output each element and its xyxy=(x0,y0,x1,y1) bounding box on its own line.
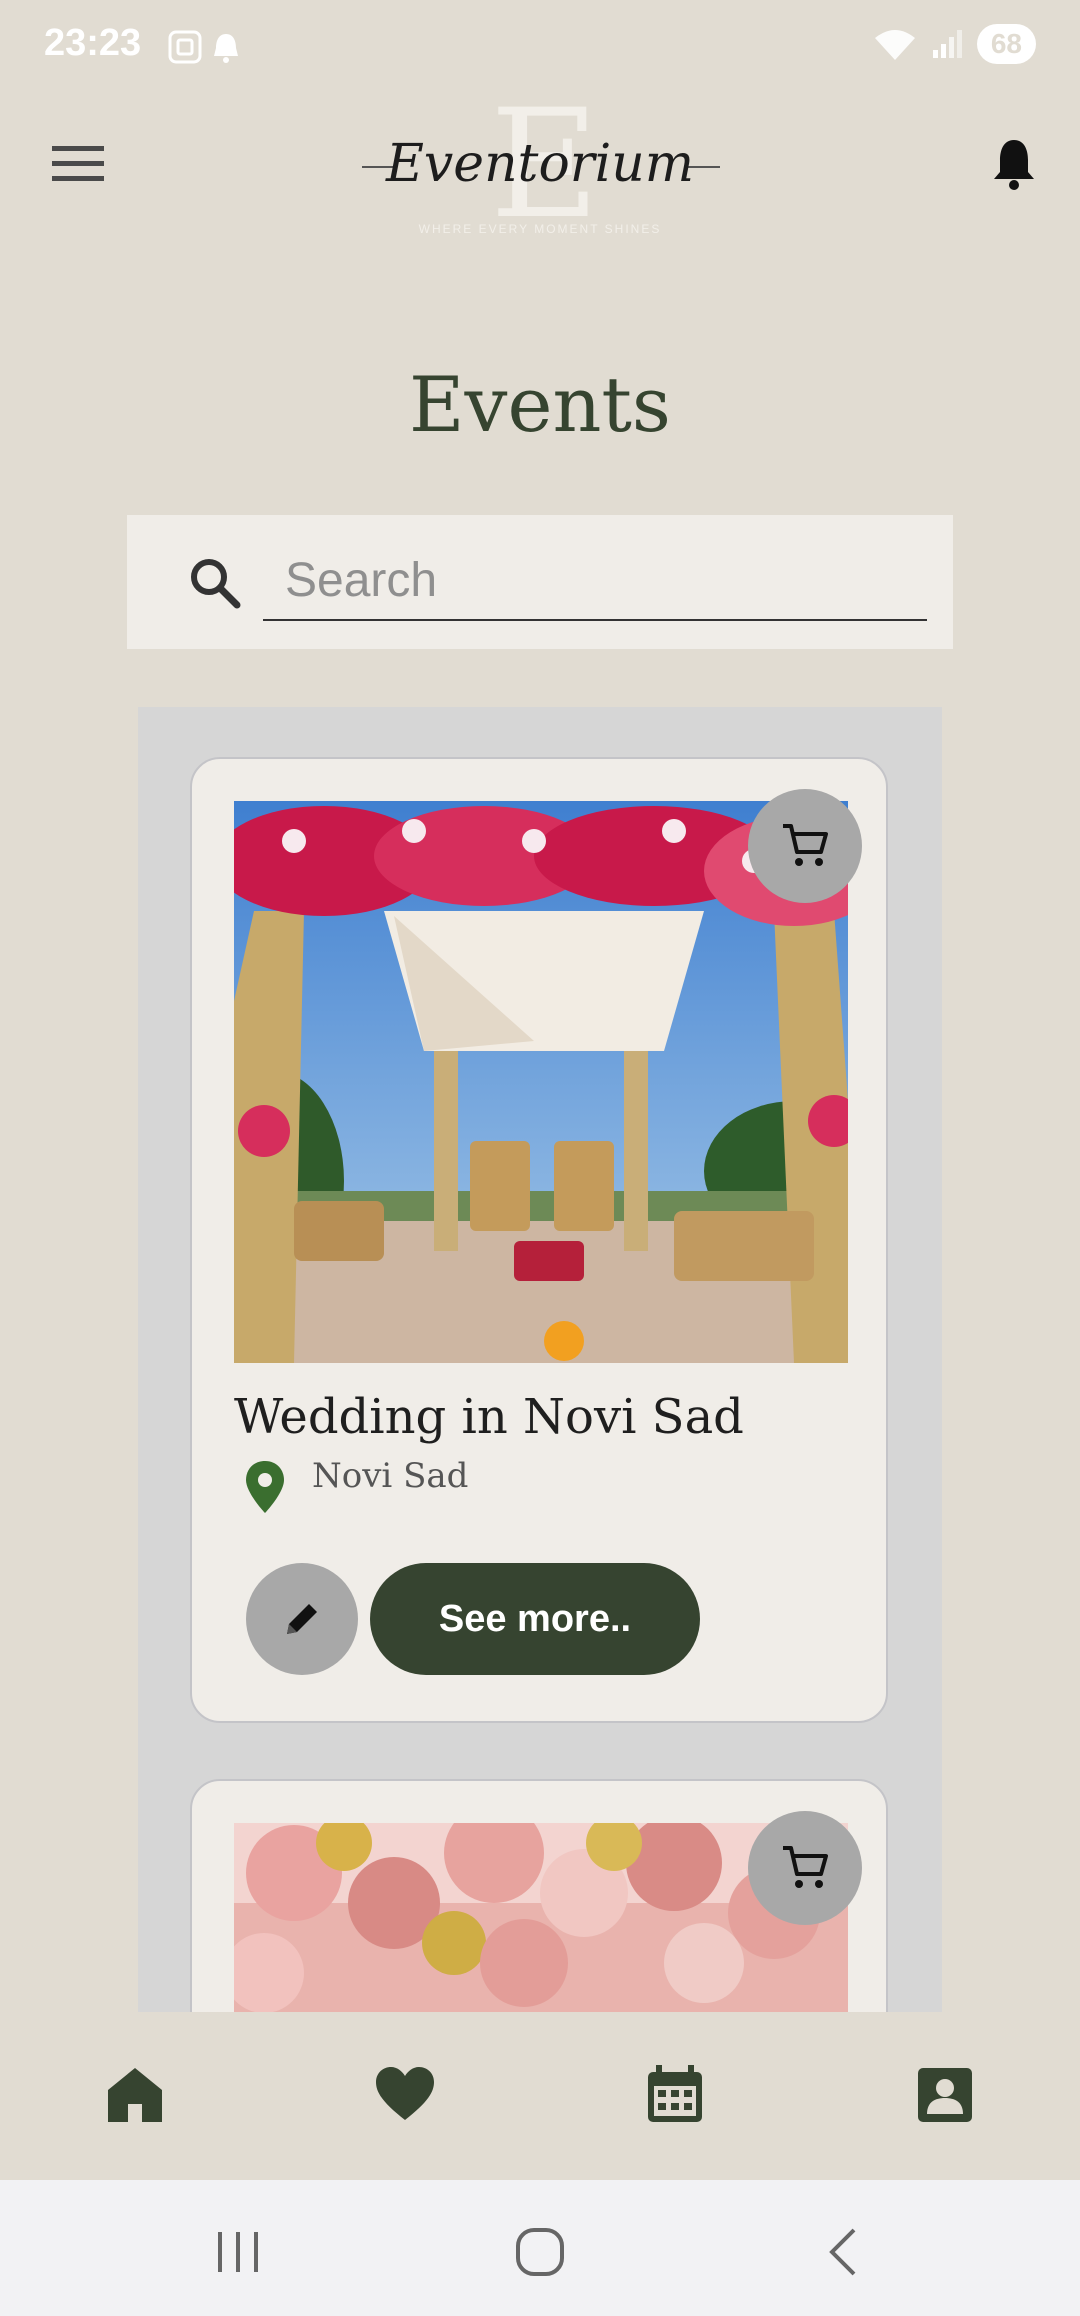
add-to-cart-button[interactable] xyxy=(748,1811,862,1925)
add-to-cart-button[interactable] xyxy=(748,789,862,903)
app-bar: E Eventorium WHERE EVERY MOMENT SHINES xyxy=(0,90,1080,240)
bell-icon xyxy=(994,140,1034,190)
event-image xyxy=(234,801,848,1363)
contact-icon[interactable] xyxy=(912,2062,978,2128)
logo-tagline: WHERE EVERY MOMENT SHINES xyxy=(418,222,662,236)
home-icon[interactable] xyxy=(102,2062,168,2128)
event-location: Novi Sad xyxy=(312,1456,469,1496)
menu-button[interactable] xyxy=(48,134,108,194)
pencil-icon xyxy=(287,1604,317,1634)
notification-bell-small-icon xyxy=(214,34,238,63)
recent-apps-icon[interactable] xyxy=(210,2224,266,2280)
heart-icon[interactable] xyxy=(372,2062,438,2128)
app-logo: E Eventorium WHERE EVERY MOMENT SHINES xyxy=(340,90,740,240)
status-time: 23:23 xyxy=(44,22,142,64)
battery-indicator: 68 xyxy=(976,24,1036,64)
page-title: Events xyxy=(409,360,671,449)
search-bar xyxy=(127,515,953,649)
cart-icon xyxy=(783,1846,828,1888)
event-card: Wedding in Novi Sad Novi Sad See more.. xyxy=(190,757,888,1723)
system-navigation-bar xyxy=(0,2180,1080,2316)
location-pin-icon xyxy=(246,1461,284,1513)
see-more-button[interactable]: See more.. xyxy=(370,1563,700,1675)
notifications-button[interactable] xyxy=(984,134,1044,194)
edit-button[interactable] xyxy=(246,1563,358,1675)
wifi-icon xyxy=(874,30,915,60)
signal-icon xyxy=(932,30,962,58)
status-right: 68 xyxy=(873,24,1036,64)
cart-icon xyxy=(783,824,828,866)
status-notification-icons xyxy=(168,28,248,73)
search-input[interactable] xyxy=(263,541,927,621)
calendar-icon[interactable] xyxy=(642,2062,708,2128)
event-title: Wedding in Novi Sad xyxy=(234,1389,744,1445)
search-icon xyxy=(191,559,241,609)
screenshot-icon xyxy=(168,30,202,64)
events-list[interactable]: Wedding in Novi Sad Novi Sad See more.. xyxy=(138,707,942,2012)
logo-text: Eventorium xyxy=(385,134,695,194)
back-icon[interactable] xyxy=(816,2224,872,2280)
home-system-icon[interactable] xyxy=(512,2224,568,2280)
event-card xyxy=(190,1779,888,2012)
bottom-navigation xyxy=(0,2012,1080,2180)
menu-icon xyxy=(52,146,104,181)
